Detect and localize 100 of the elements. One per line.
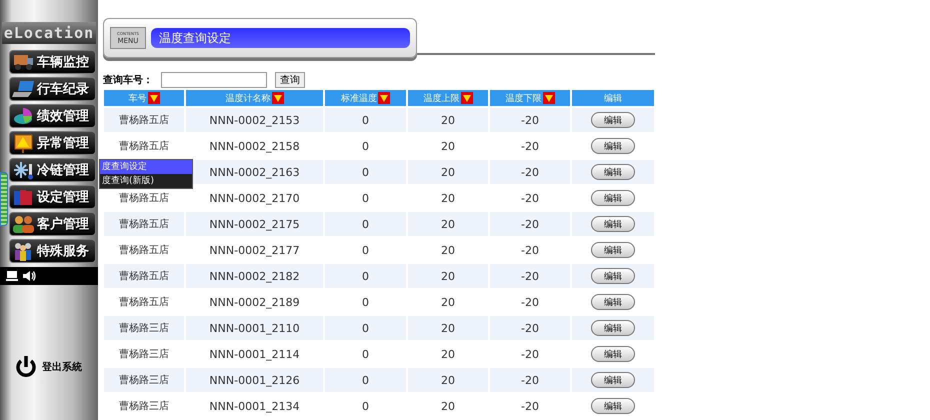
table-cell: 20 xyxy=(441,140,455,152)
sort-arrow-icon xyxy=(148,92,160,104)
edit-button[interactable]: 编辑 xyxy=(591,346,635,362)
table-cell: 曹杨路五店 xyxy=(119,271,169,282)
edit-button[interactable]: 编辑 xyxy=(591,398,635,414)
table-cell: NNN-0002_2158 xyxy=(209,140,300,152)
edit-button[interactable]: 编辑 xyxy=(591,268,635,284)
sidebar-menu-button[interactable]: 异常管理 xyxy=(9,131,96,155)
table-cell: 曹杨路三店 xyxy=(119,401,169,412)
sort-arrow-icon xyxy=(378,92,390,104)
edit-button[interactable]: 编辑 xyxy=(591,164,635,180)
logout-link[interactable]: 登出系統 xyxy=(42,360,82,374)
table-cell: 20 xyxy=(441,322,455,334)
table-cell: 20 xyxy=(441,218,455,230)
edit-button[interactable]: 编辑 xyxy=(591,190,635,206)
sidebar-menu-button[interactable]: 冷链管理 xyxy=(9,158,96,182)
sidebar-menu-button[interactable]: 行车纪录 xyxy=(9,77,96,101)
table-cell: -20 xyxy=(521,218,539,230)
monitor-icon xyxy=(6,270,18,282)
table-cell: 0 xyxy=(362,374,369,386)
table-cell: 0 xyxy=(362,166,369,178)
table-cell: 曹杨路五店 xyxy=(119,219,169,230)
popup-menu-item[interactable]: 度查询(新版) xyxy=(100,174,192,188)
table-cell: NNN-0002_2177 xyxy=(209,244,300,256)
table-cell: 20 xyxy=(441,244,455,256)
column-header: 编辑 xyxy=(572,90,654,106)
sort-arrow-icon xyxy=(542,92,554,104)
edit-button[interactable]: 编辑 xyxy=(591,138,635,154)
table-cell: -20 xyxy=(521,322,539,334)
table-cell: NNN-0002_2189 xyxy=(209,296,300,308)
pie-chart-icon xyxy=(12,106,34,126)
group-icon xyxy=(12,241,34,261)
edit-button[interactable]: 编辑 xyxy=(591,242,635,258)
table-cell: 20 xyxy=(441,114,455,126)
sort-arrow-icon xyxy=(460,92,472,104)
popup-menu-item[interactable]: 度查询设定 xyxy=(100,160,192,174)
table-cell: NNN-0001_2126 xyxy=(209,374,300,386)
table-cell: -20 xyxy=(521,166,539,178)
edit-button[interactable]: 编辑 xyxy=(591,112,635,128)
search-field[interactable] xyxy=(161,72,267,88)
table-cell: 0 xyxy=(362,348,369,360)
binders-icon xyxy=(12,187,34,207)
table-cell: 0 xyxy=(362,244,369,256)
table-cell: 曹杨路五店 xyxy=(119,297,169,308)
power-icon[interactable] xyxy=(14,355,38,379)
table-cell: 20 xyxy=(441,192,455,204)
table-cell: 20 xyxy=(441,400,455,412)
table-cell: 曹杨路三店 xyxy=(119,375,169,386)
table-cell: 0 xyxy=(362,114,369,126)
table-cell: 曹杨路三店 xyxy=(119,349,169,360)
table-cell: 20 xyxy=(441,270,455,282)
warning-sign-icon xyxy=(12,133,34,153)
table-cell: 曹杨路三店 xyxy=(119,323,169,334)
table-cell: NNN-0001_2114 xyxy=(209,348,300,360)
search-button[interactable]: 查询 xyxy=(275,72,305,88)
laptop-icon xyxy=(12,79,34,99)
table-cell: 曹杨路五店 xyxy=(119,193,169,204)
table-cell: -20 xyxy=(521,140,539,152)
table-cell: -20 xyxy=(521,374,539,386)
table-cell: -20 xyxy=(521,348,539,360)
table-cell: NNN-0001_2134 xyxy=(209,400,300,412)
edit-button[interactable]: 编辑 xyxy=(591,216,635,232)
page-title: 温度查询设定 xyxy=(151,28,410,48)
sidebar-menu-button[interactable]: 客户管理 xyxy=(9,212,96,236)
edit-button[interactable]: 编辑 xyxy=(591,372,635,388)
table-cell: 曹杨路五店 xyxy=(119,115,169,126)
table-cell: 20 xyxy=(441,374,455,386)
truck-icon xyxy=(12,52,34,72)
edit-button[interactable]: 编辑 xyxy=(591,320,635,336)
table-cell: NNN-0002_2153 xyxy=(209,114,300,126)
table-cell: 20 xyxy=(441,348,455,360)
table-cell: 曹杨路五店 xyxy=(119,245,169,256)
table-cell: 0 xyxy=(362,270,369,282)
sidebar-menu-button[interactable]: 特殊服务 xyxy=(9,239,96,263)
table-cell: 0 xyxy=(362,322,369,334)
table-cell: NNN-0002_2163 xyxy=(209,166,300,178)
table-cell: -20 xyxy=(521,244,539,256)
table-cell: 20 xyxy=(441,296,455,308)
table-cell: NNN-0001_2110 xyxy=(209,322,300,334)
table-cell: 0 xyxy=(362,218,369,230)
table-cell: NNN-0002_2170 xyxy=(209,192,300,204)
sidebar-menu-button[interactable]: 设定管理 xyxy=(9,185,96,209)
people-icon xyxy=(12,214,34,234)
table-cell: -20 xyxy=(521,400,539,412)
table-cell: -20 xyxy=(521,192,539,204)
sidebar-menu-button[interactable]: 车辆监控 xyxy=(9,50,96,74)
table-cell: 20 xyxy=(441,166,455,178)
table-cell: 0 xyxy=(362,296,369,308)
table-cell: 0 xyxy=(362,400,369,412)
table-cell: 0 xyxy=(362,140,369,152)
table-cell: 0 xyxy=(362,192,369,204)
search-label: 查询车号： xyxy=(103,73,153,87)
logo: eLocation xyxy=(2,22,96,44)
snowflake-thermometer-icon xyxy=(12,160,34,180)
edit-button[interactable]: 编辑 xyxy=(591,294,635,310)
table-cell: NNN-0002_2175 xyxy=(209,218,300,230)
sidebar-menu-button[interactable]: 绩效管理 xyxy=(9,104,96,128)
side-handle[interactable] xyxy=(0,172,8,226)
sort-arrow-icon xyxy=(272,92,284,104)
table-cell: 曹杨路五店 xyxy=(119,141,169,152)
